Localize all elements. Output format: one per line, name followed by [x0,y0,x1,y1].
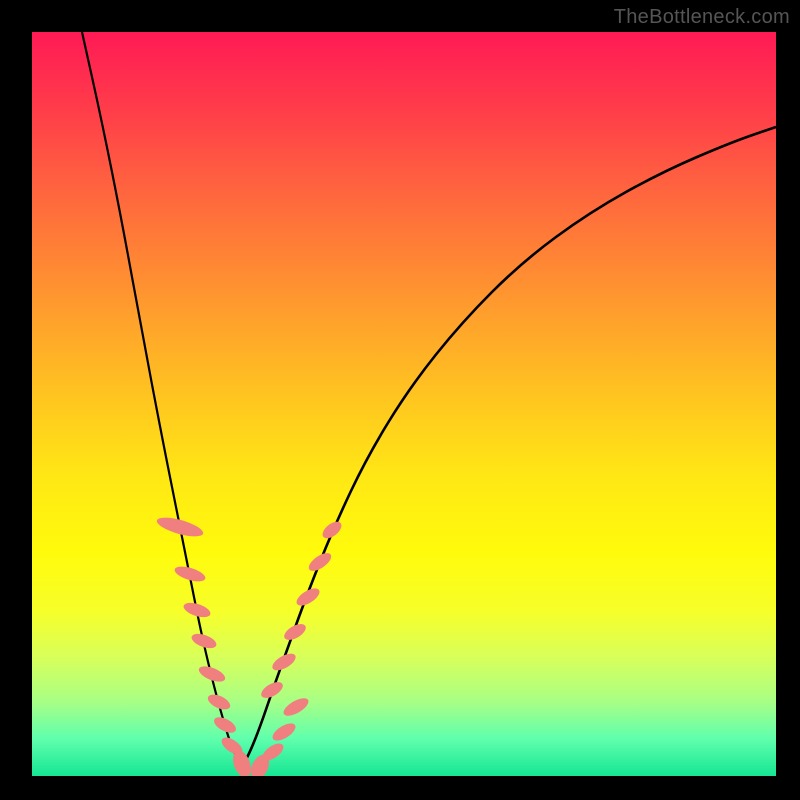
bead-group [155,514,344,776]
bead [306,550,334,575]
bead [270,650,299,673]
watermark-text: TheBottleneck.com [614,6,790,29]
bead [270,720,298,744]
bead [212,714,239,736]
bead [281,695,311,719]
bead [320,518,345,541]
bead [259,679,286,701]
curve-svg [32,32,776,776]
bead [155,514,205,541]
plot-area [32,32,776,776]
bead [294,585,322,609]
curve-left-arm [82,32,242,767]
bead [206,691,233,712]
curve-right-arm [242,127,776,767]
chart-frame: TheBottleneck.com [0,0,800,800]
